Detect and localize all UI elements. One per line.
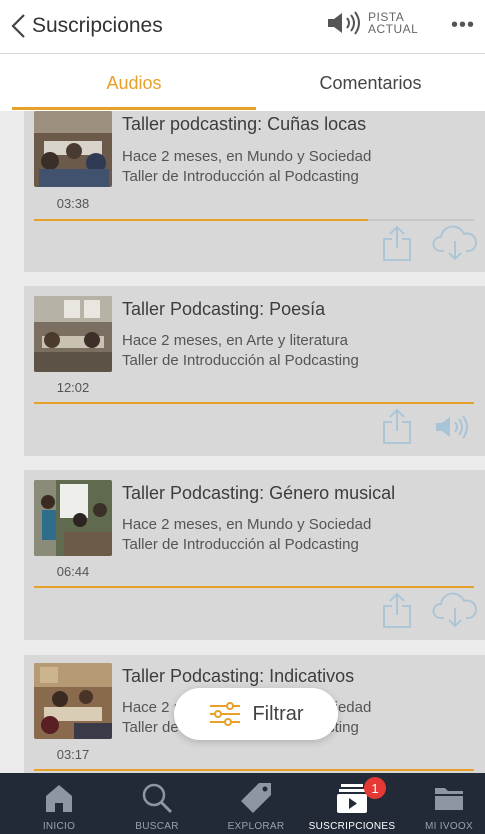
progress-bar bbox=[34, 402, 474, 404]
back-label: Suscripciones bbox=[32, 14, 163, 37]
notification-badge: 1 bbox=[364, 777, 386, 799]
episode-meta: Hace 2 meses, en Mundo y Sociedad bbox=[122, 148, 372, 165]
active-tab-indicator bbox=[12, 107, 256, 110]
download-cloud-icon[interactable] bbox=[432, 592, 478, 628]
episode-meta: Hace 2 meses, en Mundo y Sociedad bbox=[122, 516, 372, 533]
nav-suscripciones[interactable]: 1 SUSCRIPCIONES bbox=[300, 773, 404, 834]
tab-bar: Audios Comentarios bbox=[0, 55, 485, 111]
episode-duration: 06:44 bbox=[56, 564, 90, 579]
episode-program[interactable]: Taller de Introducción al Podcasting bbox=[122, 535, 359, 555]
episode-duration: 03:17 bbox=[56, 747, 90, 762]
search-icon bbox=[142, 783, 173, 814]
tag-icon bbox=[241, 783, 271, 813]
nav-label: BUSCAR bbox=[135, 821, 179, 832]
share-icon[interactable] bbox=[382, 407, 412, 445]
nav-mi-ivoox[interactable]: MI IVOOX bbox=[414, 773, 484, 834]
episode-thumbnail bbox=[34, 663, 112, 739]
episode-card[interactable]: Taller podcasting: Cuñas locas Hace 2 me… bbox=[24, 111, 485, 272]
share-icon[interactable] bbox=[382, 591, 412, 629]
filter-label: Filtrar bbox=[252, 702, 304, 725]
folder-icon bbox=[435, 788, 463, 810]
episode-list[interactable]: Taller podcasting: Cuñas locas Hace 2 me… bbox=[0, 111, 485, 773]
episode-thumbnail bbox=[34, 296, 112, 372]
filter-button[interactable]: Filtrar bbox=[174, 688, 338, 740]
nav-label: INICIO bbox=[42, 821, 76, 832]
episode-duration: 12:02 bbox=[56, 380, 90, 395]
tab-comentarios[interactable]: Comentarios bbox=[256, 55, 485, 111]
share-icon[interactable] bbox=[382, 224, 412, 262]
episode-title[interactable]: Taller Podcasting: Indicativos bbox=[122, 666, 354, 687]
nav-explorar[interactable]: EXPLORAR bbox=[214, 773, 298, 834]
speaker-icon[interactable] bbox=[434, 414, 474, 440]
sliders-icon bbox=[210, 702, 241, 726]
episode-title[interactable]: Taller Podcasting: Poesía bbox=[122, 299, 325, 320]
actual-label: ACTUAL bbox=[368, 22, 419, 36]
episode-title[interactable]: Taller podcasting: Cuñas locas bbox=[122, 114, 366, 135]
episode-program[interactable]: Taller de Introducción al Podcasting bbox=[122, 351, 359, 371]
more-options-icon[interactable]: ••• bbox=[451, 14, 475, 37]
nav-label: EXPLORAR bbox=[227, 821, 285, 832]
progress-bar bbox=[34, 586, 474, 588]
nav-label: MI IVOOX bbox=[425, 821, 473, 832]
progress-bar bbox=[34, 769, 474, 771]
current-track-button[interactable]: PISTA ACTUAL bbox=[326, 10, 418, 36]
episode-card[interactable]: Taller Podcasting: Poesía Hace 2 meses, … bbox=[24, 286, 485, 456]
bottom-nav: INICIO BUSCAR EXPLORAR 1 SUSCRIPCIONES M… bbox=[0, 773, 485, 834]
episode-program[interactable]: Taller de Introducción al Podcasting bbox=[122, 167, 359, 187]
download-cloud-icon[interactable] bbox=[432, 225, 478, 261]
back-button[interactable]: Suscripciones bbox=[10, 10, 163, 42]
chevron-left-icon bbox=[11, 14, 25, 38]
home-icon bbox=[46, 785, 72, 812]
episode-thumbnail bbox=[34, 111, 112, 187]
episode-title[interactable]: Taller Podcasting: Género musical bbox=[122, 483, 395, 504]
nav-label: SUSCRIPCIONES bbox=[308, 821, 396, 832]
tab-audios[interactable]: Audios bbox=[12, 55, 256, 111]
nav-buscar[interactable]: BUSCAR bbox=[122, 773, 192, 834]
episode-meta: Hace 2 meses, en Arte y literatura bbox=[122, 332, 348, 349]
nav-inicio[interactable]: INICIO bbox=[24, 773, 94, 834]
speaker-icon bbox=[328, 11, 360, 35]
episode-thumbnail bbox=[34, 480, 112, 556]
episode-card[interactable]: Taller Podcasting: Género musical Hace 2… bbox=[24, 470, 485, 640]
episode-duration: 03:38 bbox=[56, 196, 90, 211]
top-bar: Suscripciones PISTA ACTUAL ••• bbox=[0, 0, 485, 54]
progress-bar bbox=[34, 219, 368, 221]
